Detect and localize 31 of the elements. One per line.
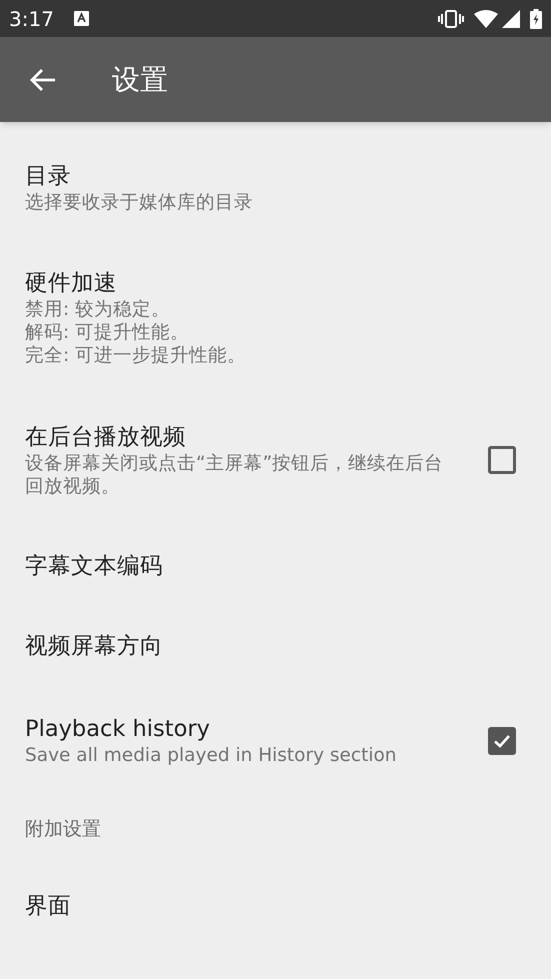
setting-title: 硬件加速 — [25, 269, 117, 298]
setting-summary: 禁用: 较为稳定。 — [25, 298, 170, 321]
toolbar-title: 设置 — [112, 62, 168, 98]
setting-row[interactable]: Playback history Save all media played in History section — [0, 686, 551, 795]
vibrate-icon — [438, 10, 464, 28]
setting-row[interactable]: 视频屏幕方向 — [0, 606, 551, 686]
setting-title: 目录 — [25, 162, 71, 191]
setting-title: 界面 — [25, 892, 71, 921]
back-arrow-icon — [30, 68, 56, 92]
setting-summary: 解码: 可提升性能。 — [25, 321, 190, 344]
setting-title: 在后台播放视频 — [25, 423, 186, 452]
setting-row[interactable]: 硬件加速 禁用: 较为稳定。 解码: 可提升性能。 完全: 可进一步提升性能。 — [0, 241, 551, 394]
setting-summary: 完全: 可进一步提升性能。 — [25, 344, 246, 367]
setting-row[interactable]: 目录 选择要收录于媒体库的目录 — [0, 134, 551, 241]
setting-summary: 设备屏幕关闭或点击“主屏幕”按钮后，继续在后台回放视频。 — [25, 452, 444, 498]
setting-title: 视频屏幕方向 — [25, 632, 163, 661]
section-header: 附加设置 — [25, 818, 101, 840]
setting-row[interactable]: 界面 — [0, 866, 551, 946]
checkbox[interactable] — [488, 726, 516, 754]
setting-title: 字幕文本编码 — [25, 552, 163, 581]
setting-summary: Save all media played in History section — [25, 744, 397, 767]
setting-title: Playback history — [25, 715, 210, 744]
setting-row[interactable]: 在后台播放视频 设备屏幕关闭或点击“主屏幕”按钮后，继续在后台回放视频。 — [0, 394, 551, 526]
setting-row[interactable]: 字幕文本编码 — [0, 526, 551, 606]
checkbox[interactable] — [488, 446, 516, 474]
wifi-icon — [474, 10, 498, 28]
setting-summary: 选择要收录于媒体库的目录 — [25, 191, 253, 214]
clock: 3:17 — [9, 6, 54, 32]
battery-icon — [530, 8, 542, 28]
signal-icon — [502, 10, 520, 28]
keyboard-app-icon — [74, 11, 89, 26]
